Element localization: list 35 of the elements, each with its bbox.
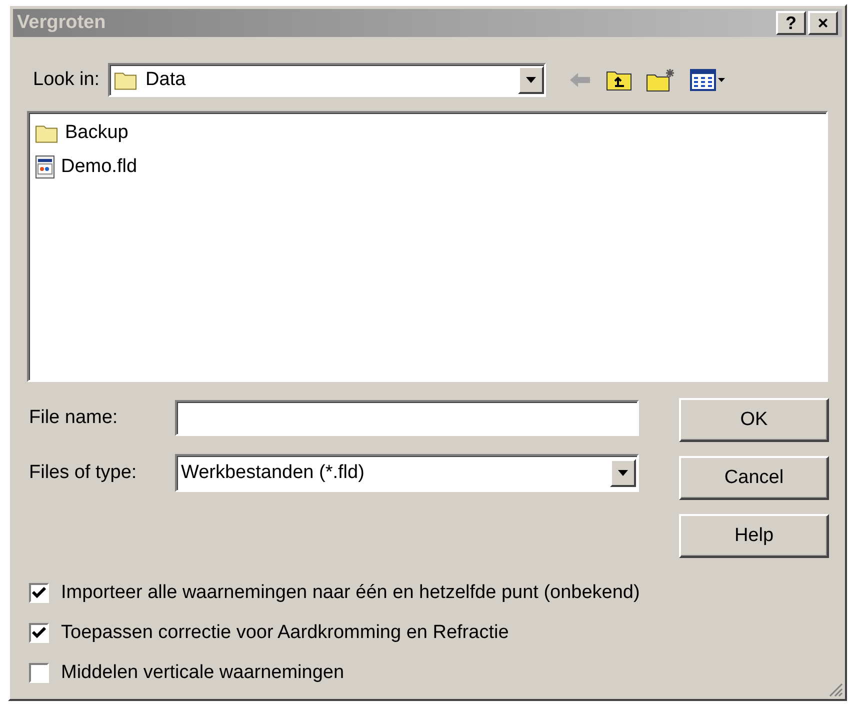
- dropdown-arrow-icon: [617, 469, 629, 477]
- view-menu-icon[interactable]: [690, 69, 726, 91]
- file-name-field[interactable]: [175, 400, 639, 436]
- help-button[interactable]: ?: [776, 11, 806, 35]
- file-type-label: Files of type:: [29, 462, 138, 484]
- file-name: Backup: [65, 122, 128, 144]
- file-name: Demo.fld: [61, 156, 138, 178]
- folder-name: Data: [146, 69, 186, 91]
- new-folder-icon[interactable]: [646, 68, 676, 92]
- window-title: Vergroten: [17, 12, 106, 34]
- close-button[interactable]: ×: [808, 11, 838, 35]
- file-item[interactable]: Demo.fld: [35, 151, 142, 183]
- file-type-dropdown[interactable]: Werkbestanden (*.fld): [175, 454, 639, 492]
- option-label: Middelen verticale waarnemingen: [61, 662, 344, 684]
- dropdown-button[interactable]: [518, 66, 544, 94]
- document-icon: [35, 155, 55, 179]
- up-folder-icon[interactable]: [606, 69, 632, 91]
- ok-button[interactable]: OK: [679, 398, 829, 442]
- option-label: Toepassen correctie voor Aardkromming en Refractie: [61, 622, 509, 644]
- checkbox[interactable]: [29, 623, 49, 643]
- folder-icon: [114, 70, 138, 90]
- file-name-label: File name:: [29, 407, 119, 429]
- checkbox[interactable]: [29, 663, 49, 683]
- dropdown-arrow-icon: [524, 76, 537, 84]
- look-in-label: Look in:: [33, 69, 100, 91]
- file-type-value: Werkbestanden (*.fld): [181, 462, 364, 484]
- help-button[interactable]: Help: [679, 514, 829, 558]
- cancel-button[interactable]: Cancel: [679, 456, 829, 500]
- dropdown-button[interactable]: [610, 459, 636, 487]
- option-label: Importeer alle waarnemingen naar één en hetzelfde punt (onbekend): [61, 582, 640, 604]
- folder-icon: [35, 122, 59, 144]
- resize-grip-icon[interactable]: [827, 681, 843, 697]
- checkbox[interactable]: [29, 583, 49, 603]
- file-item[interactable]: Backup: [35, 117, 132, 149]
- look-in-dropdown[interactable]: Data: [108, 63, 546, 97]
